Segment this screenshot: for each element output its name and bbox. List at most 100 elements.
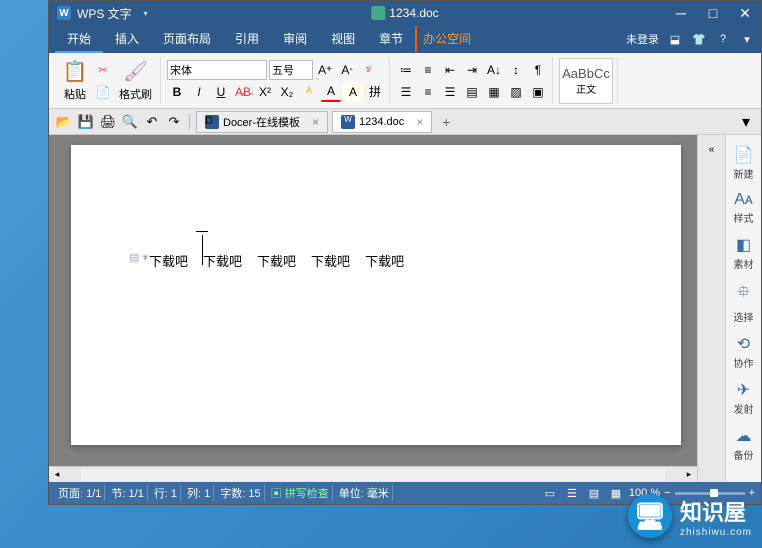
sidepanel-collab[interactable]: ⟲协作 bbox=[728, 330, 760, 374]
grow-font-button[interactable]: A+ bbox=[315, 60, 335, 80]
scroll-right-icon[interactable]: ▸ bbox=[681, 467, 697, 483]
view-read-icon[interactable]: ▦ bbox=[607, 485, 625, 501]
sidepanel-send[interactable]: ✈发射 bbox=[728, 376, 760, 420]
template-tab[interactable]: D Docer-在线模板 × bbox=[196, 111, 328, 133]
horizontal-scrollbar[interactable]: ◂ ▸ bbox=[49, 466, 697, 482]
paragraph-group: ≔ ≡ ⇤ ⇥ A↓ ↕ ¶ ☰ ≡ ☰ ▤ ▦ ▨ ▣ bbox=[392, 57, 553, 104]
view-print-layout-icon[interactable]: ▭ bbox=[541, 485, 559, 501]
border-button[interactable]: ▣ bbox=[528, 82, 548, 102]
highlight-button[interactable]: A bbox=[343, 82, 363, 102]
font-color-button[interactable]: A bbox=[321, 82, 341, 102]
italic-button[interactable]: I bbox=[189, 82, 209, 102]
tab-reference[interactable]: 引用 bbox=[223, 26, 271, 53]
copy-button[interactable]: 📄 bbox=[93, 82, 113, 102]
shrink-font-button[interactable]: A- bbox=[337, 60, 357, 80]
tab-view[interactable]: 视图 bbox=[319, 26, 367, 53]
indent-decrease-button[interactable]: ⇤ bbox=[440, 60, 460, 80]
tabs-menu-button[interactable]: ▾ bbox=[737, 113, 755, 131]
status-section[interactable]: 节: 1/1 bbox=[108, 485, 147, 501]
font-size-combo[interactable] bbox=[269, 60, 313, 80]
tshirt-icon[interactable]: 👕 bbox=[691, 31, 707, 47]
document-text[interactable]: 下载吧 下载吧 下载吧 下载吧 下载吧 bbox=[149, 251, 404, 270]
tab-office-space[interactable]: 办公空间 bbox=[415, 26, 483, 53]
brand-url: zhishiwu.com bbox=[680, 527, 752, 538]
close-button[interactable]: ✕ bbox=[729, 1, 761, 25]
superscript-button[interactable]: X² bbox=[255, 82, 275, 102]
tab-layout[interactable]: 页面布局 bbox=[151, 26, 223, 53]
subscript-button[interactable]: X₂ bbox=[277, 82, 297, 102]
font-name-combo[interactable] bbox=[167, 60, 267, 80]
help-icon[interactable]: ? bbox=[715, 31, 731, 47]
align-justify-button[interactable]: ▤ bbox=[462, 82, 482, 102]
close-template-icon[interactable]: × bbox=[312, 115, 319, 129]
sidepanel-backup[interactable]: ☁备份 bbox=[728, 422, 760, 466]
app-menu-dropdown-icon[interactable]: ▾ bbox=[144, 9, 148, 18]
view-outline-icon[interactable]: ☰ bbox=[563, 485, 581, 501]
status-unit[interactable]: 单位: 毫米 bbox=[336, 485, 393, 501]
document-tab[interactable]: W 1234.doc × bbox=[332, 111, 432, 133]
style-normal[interactable]: AaBbCc 正文 bbox=[559, 58, 613, 104]
status-col[interactable]: 列: 1 bbox=[184, 485, 214, 501]
number-list-button[interactable]: ≡ bbox=[418, 60, 438, 80]
distribute-button[interactable]: ▦ bbox=[484, 82, 504, 102]
sidepanel-style[interactable]: Aᴀ样式 bbox=[728, 187, 760, 229]
select-icon: ⯐ bbox=[737, 281, 749, 308]
tab-start[interactable]: 开始 bbox=[55, 26, 103, 53]
open-button[interactable]: 📂 bbox=[55, 113, 73, 131]
paragraph-options-icon[interactable]: ▤ ▾ bbox=[129, 251, 148, 264]
status-page[interactable]: 页面: 1/1 bbox=[55, 485, 105, 501]
minimize-button[interactable]: ─ bbox=[665, 1, 697, 25]
clear-format-button[interactable]: ৶ bbox=[359, 60, 379, 80]
new-tab-button[interactable]: + bbox=[436, 112, 456, 132]
status-chars[interactable]: 字数: 15 bbox=[217, 485, 264, 501]
titlebar: W WPS 文字 ▾ 1234.doc ─ □ ✕ bbox=[49, 1, 761, 25]
paste-button[interactable]: 📋 粘贴 bbox=[59, 58, 91, 104]
tab-section[interactable]: 章节 bbox=[367, 26, 415, 53]
wps-logo-icon: W bbox=[57, 6, 71, 20]
page[interactable]: ▤ ▾ 下载吧 下载吧 下载吧 下载吧 下载吧 bbox=[71, 145, 681, 445]
print-preview-button[interactable]: 🔍 bbox=[121, 113, 139, 131]
align-right-button[interactable]: ☰ bbox=[440, 82, 460, 102]
align-center-button[interactable]: ≡ bbox=[418, 82, 438, 102]
collapse-panel-icon[interactable]: « bbox=[702, 139, 722, 159]
quick-access-toolbar: 📂 💾 🖨 🔍 ↶ ↷ D Docer-在线模板 × W 1234.doc × … bbox=[49, 109, 761, 135]
login-status[interactable]: 未登录 bbox=[626, 31, 659, 47]
format-painter-button[interactable]: 🖌 格式刷 bbox=[115, 58, 156, 104]
cut-button[interactable]: ✂ bbox=[93, 60, 113, 80]
sidepanel-select[interactable]: ⯐选择 bbox=[728, 277, 760, 328]
sidepanel-new[interactable]: 📄新建 bbox=[728, 141, 760, 185]
undo-button[interactable]: ↶ bbox=[143, 113, 161, 131]
options-dropdown-icon[interactable]: ▾ bbox=[739, 31, 755, 47]
indent-increase-button[interactable]: ⇥ bbox=[462, 60, 482, 80]
paste-icon: 📋 bbox=[63, 60, 87, 84]
sidepanel-material[interactable]: ◧素材 bbox=[728, 231, 760, 275]
document-canvas[interactable]: ▤ ▾ 下载吧 下载吧 下载吧 下载吧 下载吧 bbox=[49, 135, 697, 466]
strikethrough-button[interactable]: A̵B̵ bbox=[233, 82, 253, 102]
tab-insert[interactable]: 插入 bbox=[103, 26, 151, 53]
skin-icon[interactable]: ⬓ bbox=[667, 31, 683, 47]
status-spellcheck[interactable]: ▣ 拼写检查 bbox=[268, 485, 333, 501]
scroll-track[interactable] bbox=[81, 469, 665, 481]
paragraph-dialog-button[interactable]: ¶ bbox=[528, 60, 548, 80]
underline-button[interactable]: U bbox=[211, 82, 231, 102]
shading-button[interactable]: ▨ bbox=[506, 82, 526, 102]
text-word: 下载吧 bbox=[203, 251, 242, 270]
line-spacing-button[interactable]: ↕ bbox=[506, 60, 526, 80]
print-button[interactable]: 🖨 bbox=[99, 113, 117, 131]
status-line[interactable]: 行: 1 bbox=[151, 485, 181, 501]
pinyin-button[interactable]: 拼 bbox=[365, 82, 385, 102]
scroll-left-icon[interactable]: ◂ bbox=[49, 467, 65, 483]
view-web-icon[interactable]: ▤ bbox=[585, 485, 603, 501]
align-left-button[interactable]: ☰ bbox=[396, 82, 416, 102]
bold-button[interactable]: B bbox=[167, 82, 187, 102]
save-button[interactable]: 💾 bbox=[77, 113, 95, 131]
tab-review[interactable]: 审阅 bbox=[271, 26, 319, 53]
app-title[interactable]: W WPS 文字 ▾ bbox=[57, 5, 148, 22]
redo-button[interactable]: ↷ bbox=[165, 113, 183, 131]
sort-button[interactable]: A↓ bbox=[484, 60, 504, 80]
maximize-button[interactable]: □ bbox=[697, 1, 729, 25]
bullet-list-button[interactable]: ≔ bbox=[396, 60, 416, 80]
text-effects-button[interactable]: ᴬ bbox=[299, 82, 319, 102]
font-group: A+ A- ৶ B I U A̵B̵ X² X₂ ᴬ A A 拼 bbox=[163, 57, 390, 104]
close-doc-icon[interactable]: × bbox=[416, 115, 423, 129]
